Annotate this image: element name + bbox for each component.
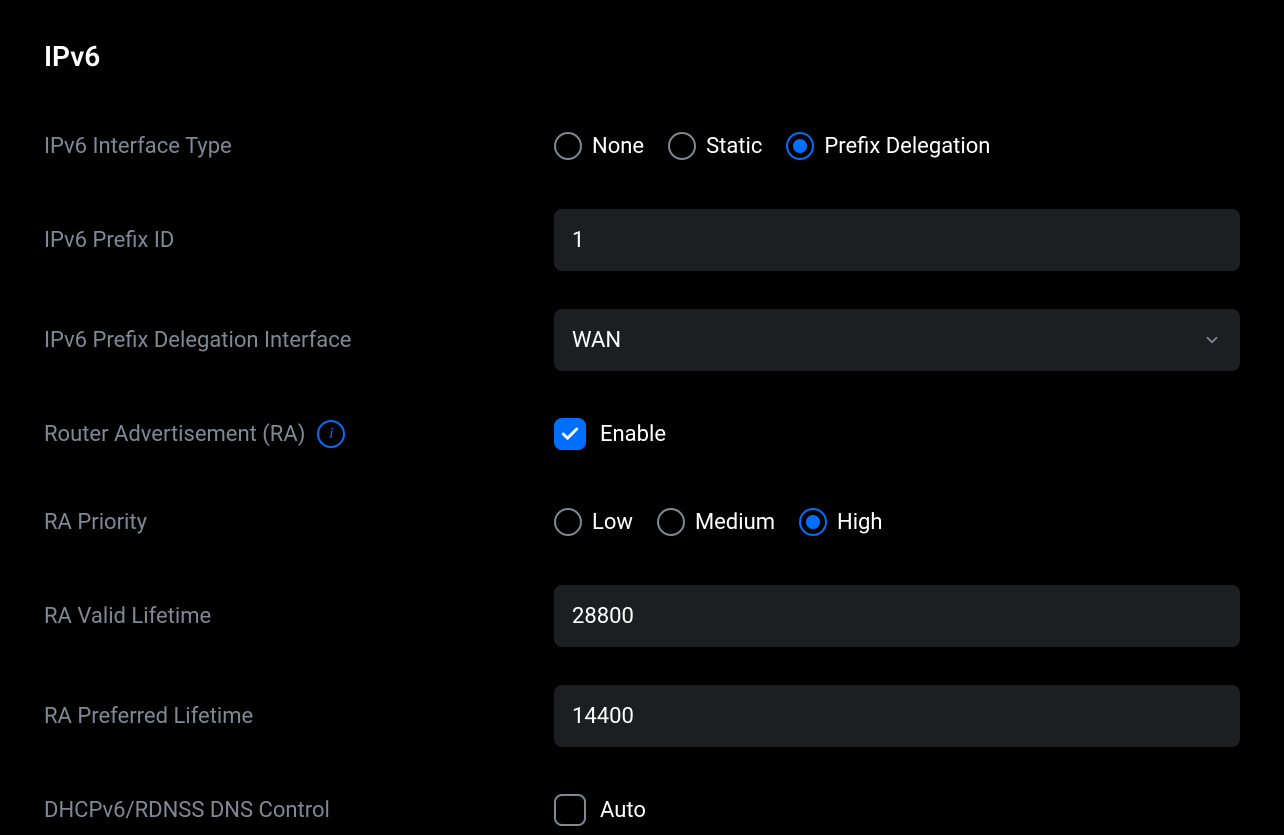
label-ra-preferred-lifetime: RA Preferred Lifetime: [44, 704, 554, 729]
input-ra-valid-lifetime[interactable]: [554, 585, 1240, 647]
input-prefix-id[interactable]: [554, 209, 1240, 271]
label-ra-valid-lifetime-text: RA Valid Lifetime: [44, 604, 211, 629]
checkbox-dhcpv6-auto-label: Auto: [600, 798, 646, 823]
radio-label-static: Static: [706, 134, 762, 159]
row-router-advertisement: Router Advertisement (RA) i Enable: [44, 409, 1240, 459]
radio-circle-icon: [657, 508, 685, 536]
checkbox-ra-enable-label: Enable: [600, 422, 666, 447]
radio-label-prefix-delegation: Prefix Delegation: [824, 134, 990, 159]
radio-label-none: None: [592, 134, 644, 159]
radio-interface-type-none[interactable]: None: [554, 132, 644, 160]
radio-group-ra-priority: Low Medium High: [554, 508, 883, 536]
input-ra-preferred-lifetime[interactable]: [554, 685, 1240, 747]
label-interface-type-text: IPv6 Interface Type: [44, 134, 232, 159]
section-title: IPv6: [44, 40, 1240, 73]
label-dhcpv6-control-text: DHCPv6/RDNSS DNS Control: [44, 798, 330, 823]
radio-circle-icon: [554, 132, 582, 160]
radio-circle-icon: [554, 508, 582, 536]
radio-circle-icon: [668, 132, 696, 160]
select-pd-interface-value: WAN: [572, 328, 621, 353]
label-ra-valid-lifetime: RA Valid Lifetime: [44, 604, 554, 629]
info-icon[interactable]: i: [317, 420, 345, 448]
radio-ra-priority-high[interactable]: High: [799, 508, 883, 536]
label-ra-preferred-lifetime-text: RA Preferred Lifetime: [44, 704, 253, 729]
row-ra-preferred-lifetime: RA Preferred Lifetime: [44, 685, 1240, 747]
label-interface-type: IPv6 Interface Type: [44, 134, 554, 159]
radio-interface-type-prefix-delegation[interactable]: Prefix Delegation: [786, 132, 990, 160]
label-dhcpv6-control: DHCPv6/RDNSS DNS Control: [44, 798, 554, 823]
row-pd-interface: IPv6 Prefix Delegation Interface WAN: [44, 309, 1240, 371]
label-router-advertisement: Router Advertisement (RA) i: [44, 420, 554, 448]
radio-label-medium: Medium: [695, 510, 775, 535]
select-pd-interface[interactable]: WAN: [554, 309, 1240, 371]
radio-circle-icon: [799, 508, 827, 536]
label-ra-priority: RA Priority: [44, 510, 554, 535]
radio-group-interface-type: None Static Prefix Delegation: [554, 132, 990, 160]
row-ra-valid-lifetime: RA Valid Lifetime: [44, 585, 1240, 647]
radio-label-low: Low: [592, 510, 633, 535]
label-prefix-id-text: IPv6 Prefix ID: [44, 228, 174, 253]
row-prefix-id: IPv6 Prefix ID: [44, 209, 1240, 271]
label-pd-interface: IPv6 Prefix Delegation Interface: [44, 328, 554, 353]
radio-label-high: High: [837, 510, 883, 535]
checkbox-dhcpv6-auto[interactable]: [554, 794, 586, 826]
label-prefix-id: IPv6 Prefix ID: [44, 228, 554, 253]
row-interface-type: IPv6 Interface Type None Static Prefix D…: [44, 121, 1240, 171]
label-pd-interface-text: IPv6 Prefix Delegation Interface: [44, 328, 351, 353]
radio-circle-icon: [786, 132, 814, 160]
radio-interface-type-static[interactable]: Static: [668, 132, 762, 160]
row-ra-priority: RA Priority Low Medium High: [44, 497, 1240, 547]
chevron-down-icon: [1202, 330, 1222, 350]
radio-ra-priority-medium[interactable]: Medium: [657, 508, 775, 536]
row-dhcpv6-control: DHCPv6/RDNSS DNS Control Auto: [44, 785, 1240, 835]
checkbox-ra-enable[interactable]: [554, 418, 586, 450]
radio-ra-priority-low[interactable]: Low: [554, 508, 633, 536]
check-icon: [560, 424, 580, 444]
label-ra-priority-text: RA Priority: [44, 510, 147, 535]
label-router-advertisement-text: Router Advertisement (RA): [44, 422, 305, 447]
